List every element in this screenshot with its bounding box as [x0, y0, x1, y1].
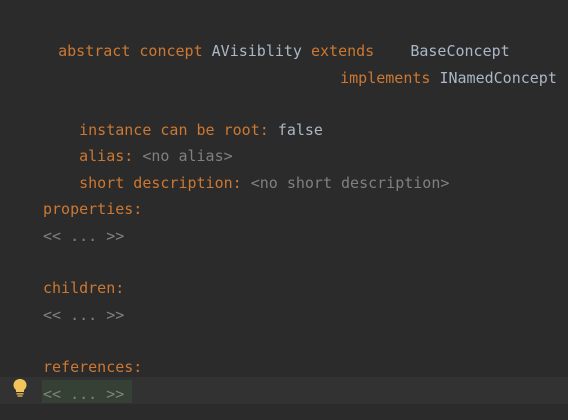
keyword-concept[interactable]: concept	[139, 42, 202, 60]
concept-name[interactable]: AVisiblity	[212, 42, 302, 60]
short-description-value[interactable]: <no short description>	[251, 174, 450, 192]
concept-header-line: abstract concept AVisiblity extends Base…	[22, 12, 510, 60]
concept-editor[interactable]: abstract concept AVisiblity extends Base…	[0, 0, 568, 420]
lightbulb-icon[interactable]	[12, 378, 28, 398]
short-description-label: short description:	[79, 174, 242, 192]
children-label: children:	[43, 279, 125, 297]
properties-placeholder[interactable]: << ... >>	[43, 223, 124, 249]
instance-can-be-root-line: instance can be root: false	[43, 91, 323, 139]
children-placeholder[interactable]: << ... >>	[43, 302, 124, 328]
keyword-implements[interactable]: implements	[340, 69, 430, 87]
implements-line: implements INamedConcept	[304, 39, 557, 87]
instance-can-be-root-value[interactable]: false	[278, 121, 323, 139]
references-label: references:	[43, 358, 143, 376]
short-description-line: short description: <no short description…	[43, 144, 449, 192]
alias-line: alias: <no alias>	[43, 117, 233, 165]
references-placeholder[interactable]: << ... >>	[43, 381, 124, 407]
properties-label: properties:	[43, 200, 143, 218]
keyword-abstract[interactable]: abstract	[58, 42, 130, 60]
implements-value[interactable]: INamedConcept	[439, 69, 556, 87]
